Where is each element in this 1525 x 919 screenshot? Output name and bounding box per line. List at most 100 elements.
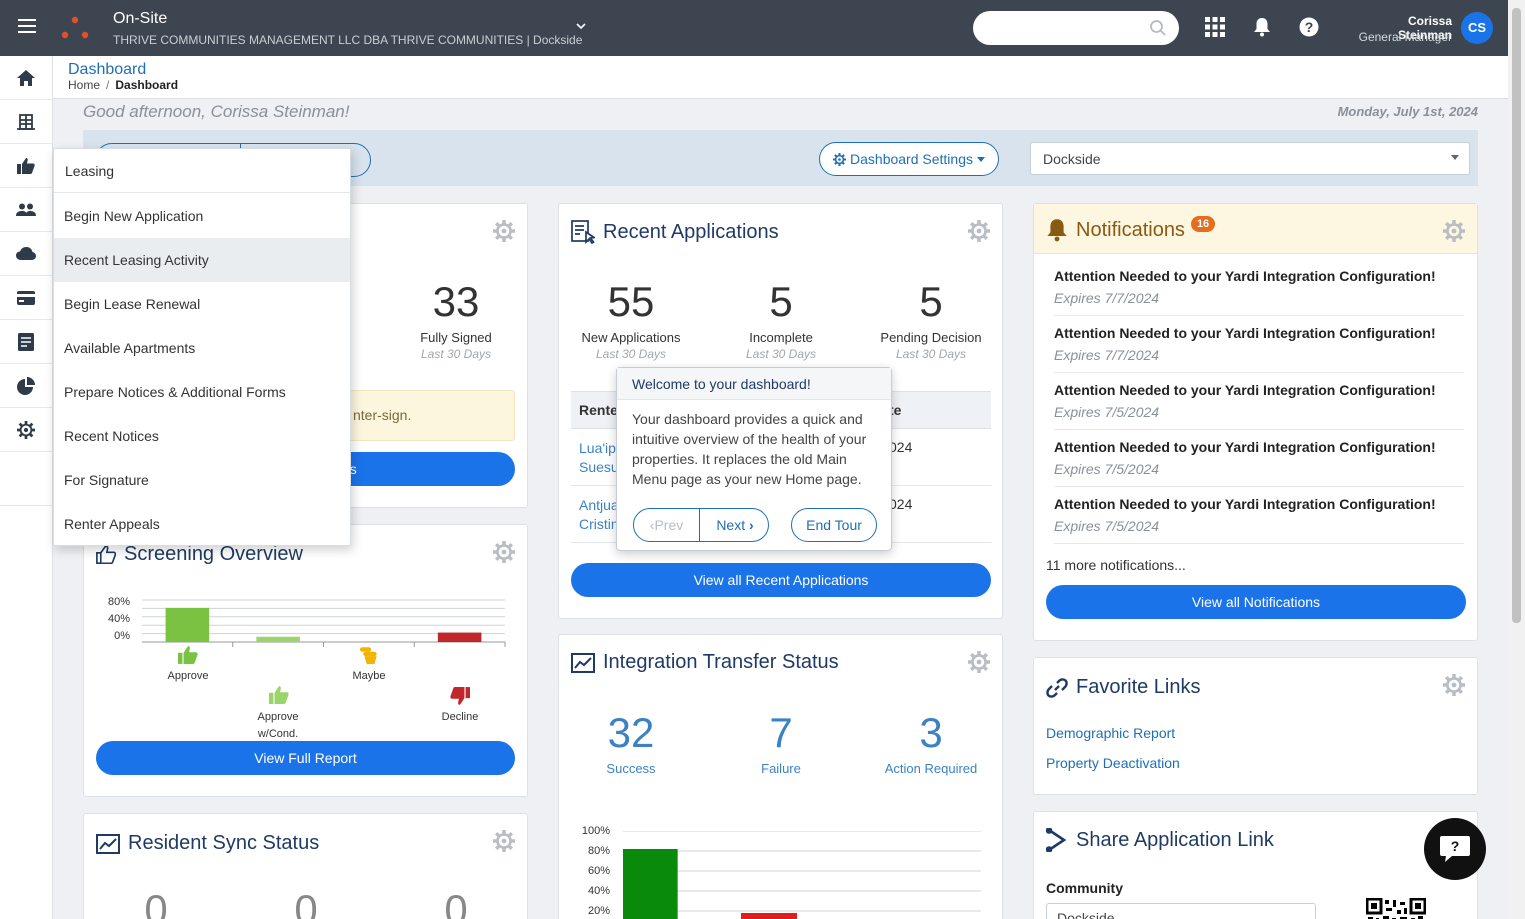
nav-residents[interactable]: [0, 188, 52, 232]
screening-label-approve: Approve: [167, 670, 209, 682]
resident-sync-value: 0: [144, 886, 168, 919]
dashboard-settings-button[interactable]: Dashboard Settings: [819, 142, 999, 176]
breadcrumb-home[interactable]: Home: [68, 78, 100, 92]
view-all-recent-applications-button[interactable]: View all Recent Applications: [571, 563, 991, 597]
notification-item[interactable]: Attention Needed to your Yardi Integrati…: [1054, 430, 1464, 487]
notification-item[interactable]: Attention Needed to your Yardi Integrati…: [1054, 316, 1464, 373]
thumbs-down-icon: [450, 687, 470, 705]
breadcrumb-current: Dashboard: [115, 78, 179, 92]
recent-applications-title-text: Recent Applications: [603, 220, 779, 243]
chat-support-button[interactable]: ?: [1424, 818, 1486, 880]
page-title: Dashboard: [68, 61, 147, 78]
favorite-link-property-deactivation[interactable]: Property Deactivation: [1046, 755, 1180, 771]
integration-ytick: 40%: [587, 885, 610, 897]
hand-maybe-icon: [360, 647, 377, 664]
application-date: 024: [889, 439, 913, 455]
gear-icon[interactable]: [1443, 674, 1465, 696]
menu-item-begin-lease-renewal[interactable]: Begin Lease Renewal: [54, 282, 350, 326]
pending-decision-stat[interactable]: 5 Pending Decision Last 30 Days: [856, 278, 1006, 361]
gear-icon[interactable]: [493, 541, 515, 563]
nav-properties[interactable]: [0, 100, 52, 144]
notification-item[interactable]: Attention Needed to your Yardi Integrati…: [1054, 259, 1464, 316]
community-select[interactable]: Dockside: [1046, 903, 1316, 919]
screening-chart: [142, 599, 506, 647]
menu-item-prepare-notices[interactable]: Prepare Notices & Additional Forms: [54, 370, 350, 414]
gear-icon[interactable]: [493, 830, 515, 852]
community-label: Community: [1046, 880, 1123, 896]
menu-item-renter-appeals[interactable]: Renter Appeals: [54, 502, 350, 546]
integration-title-text: Integration Transfer Status: [603, 651, 839, 673]
nav-home[interactable]: [0, 56, 52, 100]
notification-item[interactable]: Attention Needed to your Yardi Integrati…: [1054, 487, 1464, 544]
cloud-icon: [16, 247, 36, 260]
stat-value: 5: [919, 278, 943, 325]
tour-prev-button[interactable]: ‹Prev: [634, 509, 700, 541]
search-input[interactable]: [973, 11, 1179, 45]
integration-ytick: 20%: [587, 905, 610, 917]
fully-signed-period: Last 30 Days: [420, 347, 492, 361]
search-icon: [1150, 20, 1166, 36]
gear-icon: [833, 152, 847, 166]
page-header: Dashboard Home / Dashboard: [53, 56, 1508, 99]
column-header-renter[interactable]: Rente: [579, 402, 618, 418]
renter-last: Suesu: [579, 459, 619, 475]
renter-name-link[interactable]: Antjua Cristin: [579, 496, 619, 534]
avatar[interactable]: CS: [1461, 12, 1493, 44]
menu-item-begin-new-application[interactable]: Begin New Application: [54, 194, 350, 238]
screening-label-approve-cond: Approve w/Cond.: [257, 711, 299, 740]
stat-label: Success: [606, 761, 656, 776]
integration-action-required-stat[interactable]: 3 Action Required: [856, 709, 1006, 776]
nav-reports[interactable]: [0, 320, 52, 364]
notification-title: Attention Needed to your Yardi Integrati…: [1054, 439, 1436, 455]
gear-icon[interactable]: [493, 220, 515, 242]
integration-bar: [741, 913, 797, 919]
menu-item-available-apartments[interactable]: Available Apartments: [54, 326, 350, 370]
menu-item-for-signature[interactable]: For Signature: [54, 458, 350, 502]
tour-next-button[interactable]: Next ›: [701, 509, 768, 541]
qr-code-image: [1366, 898, 1426, 919]
favorite-link-demographic-report[interactable]: Demographic Report: [1046, 725, 1175, 741]
integration-success-stat[interactable]: 32 Success: [556, 709, 706, 776]
gear-icon[interactable]: [968, 651, 990, 673]
svg-text:?: ?: [1451, 838, 1460, 854]
resident-sync-stat: 0: [231, 886, 381, 919]
integration-failure-stat[interactable]: 7 Failure: [706, 709, 856, 776]
resident-sync-stat: 0: [381, 886, 531, 919]
scrollbar-thumb[interactable]: [1512, 8, 1521, 623]
link-icon: [1046, 677, 1068, 698]
chevron-down-icon[interactable]: [576, 22, 586, 30]
more-notifications-link[interactable]: 11 more notifications...: [1046, 557, 1186, 573]
help-icon[interactable]: ?: [1299, 17, 1319, 37]
resident-sync-card: Resident Sync Status 0 0 0: [83, 813, 528, 919]
notification-item[interactable]: Attention Needed to your Yardi Integrati…: [1054, 373, 1464, 430]
share-application-card: Share Application Link Community Docksid…: [1033, 811, 1478, 919]
page-scrollbar[interactable]: [1508, 0, 1525, 919]
view-full-report-button[interactable]: View Full Report: [96, 741, 515, 775]
leasing-menu-header: Leasing: [54, 149, 350, 193]
gear-icon[interactable]: [1443, 220, 1465, 242]
notification-title: Attention Needed to your Yardi Integrati…: [1054, 268, 1436, 284]
menu-item-recent-notices[interactable]: Recent Notices: [54, 414, 350, 458]
end-tour-button[interactable]: End Tour: [791, 508, 877, 542]
fully-signed-stat: 33 Fully Signed Last 30 Days: [381, 278, 531, 361]
nav-leasing[interactable]: [0, 144, 52, 188]
menu-item-recent-leasing-activity[interactable]: Recent Leasing Activity: [54, 238, 350, 282]
nav-cloud[interactable]: [0, 232, 52, 276]
nav-payments[interactable]: [0, 276, 52, 320]
hamburger-menu-icon[interactable]: [18, 19, 36, 33]
nav-settings[interactable]: [0, 408, 52, 452]
apps-grid-icon[interactable]: [1205, 17, 1225, 37]
nav-analytics[interactable]: [0, 364, 52, 408]
tour-nav-group: ‹Prev Next ›: [633, 508, 769, 542]
share-icon: [1046, 828, 1067, 852]
notification-title: Attention Needed to your Yardi Integrati…: [1054, 382, 1436, 398]
incomplete-stat[interactable]: 5 Incomplete Last 30 Days: [706, 278, 856, 361]
stat-value: 5: [769, 278, 793, 325]
new-applications-stat[interactable]: 55 New Applications Last 30 Days: [556, 278, 706, 361]
notification-count-badge: 16: [1190, 216, 1216, 232]
bell-icon[interactable]: [1253, 17, 1271, 37]
property-select[interactable]: Dockside: [1030, 142, 1470, 175]
gear-icon[interactable]: [968, 220, 990, 242]
view-all-notifications-button[interactable]: View all Notifications: [1046, 585, 1466, 619]
integration-ytick: 80%: [587, 845, 610, 857]
